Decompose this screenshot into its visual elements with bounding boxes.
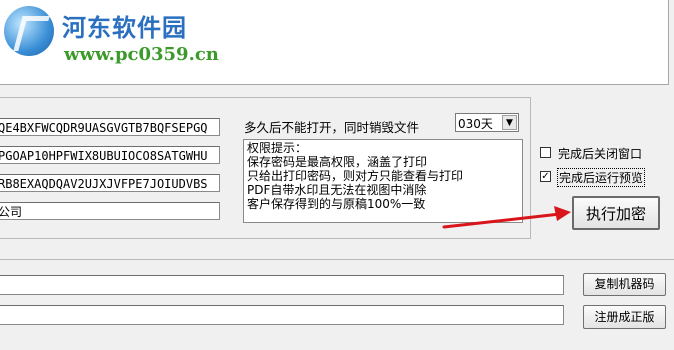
preview-after-checkbox[interactable]: ✓ [540, 171, 551, 182]
machine-code-input[interactable] [0, 275, 564, 295]
permission-hint-line: 只给出打印密码，则对方只能查看与打印 [247, 169, 464, 183]
registration-code-input[interactable] [0, 305, 564, 325]
copy-machine-code-button[interactable]: 复制机器码 [583, 273, 666, 296]
register-button[interactable]: 注册成正版 [583, 305, 666, 329]
expire-value: 030天 [458, 117, 493, 131]
expire-select[interactable]: 030天 ▼ [455, 113, 519, 132]
preview-after-label[interactable]: 完成后运行预览 [557, 168, 646, 187]
code-field-2[interactable]: PGOAP10HPFWIX8UBUIOCO8SATGWHU [0, 146, 220, 164]
expire-label: 多久后不能打开，同时销毁文件 [244, 120, 420, 135]
permission-hint-line: 权限提示： [247, 141, 308, 155]
red-arrow-icon [442, 206, 571, 229]
close-after-label[interactable]: 完成后关闭窗口 [558, 145, 642, 162]
logo-url: www.pc0359.cn [64, 44, 219, 65]
close-after-checkbox[interactable] [540, 147, 551, 158]
chevron-down-icon[interactable]: ▼ [502, 115, 517, 130]
site-logo-icon [4, 6, 54, 56]
encrypt-button[interactable]: 执行加密 [572, 196, 660, 230]
code-field-3[interactable]: RB8EXAQDQAV2UJXJVFPE7JOIUDVBS [0, 174, 220, 192]
code-field-1[interactable]: QE4BXFWCQDR9UASGVGTB7BQFSEPGQ [0, 118, 220, 136]
company-field[interactable]: 公司 [0, 202, 220, 220]
permission-hint-line: 保存密码是最高权限，涵盖了打印 [247, 155, 428, 169]
check-icon: ✓ [541, 171, 550, 182]
logo-name: 河东软件园 [62, 13, 187, 42]
